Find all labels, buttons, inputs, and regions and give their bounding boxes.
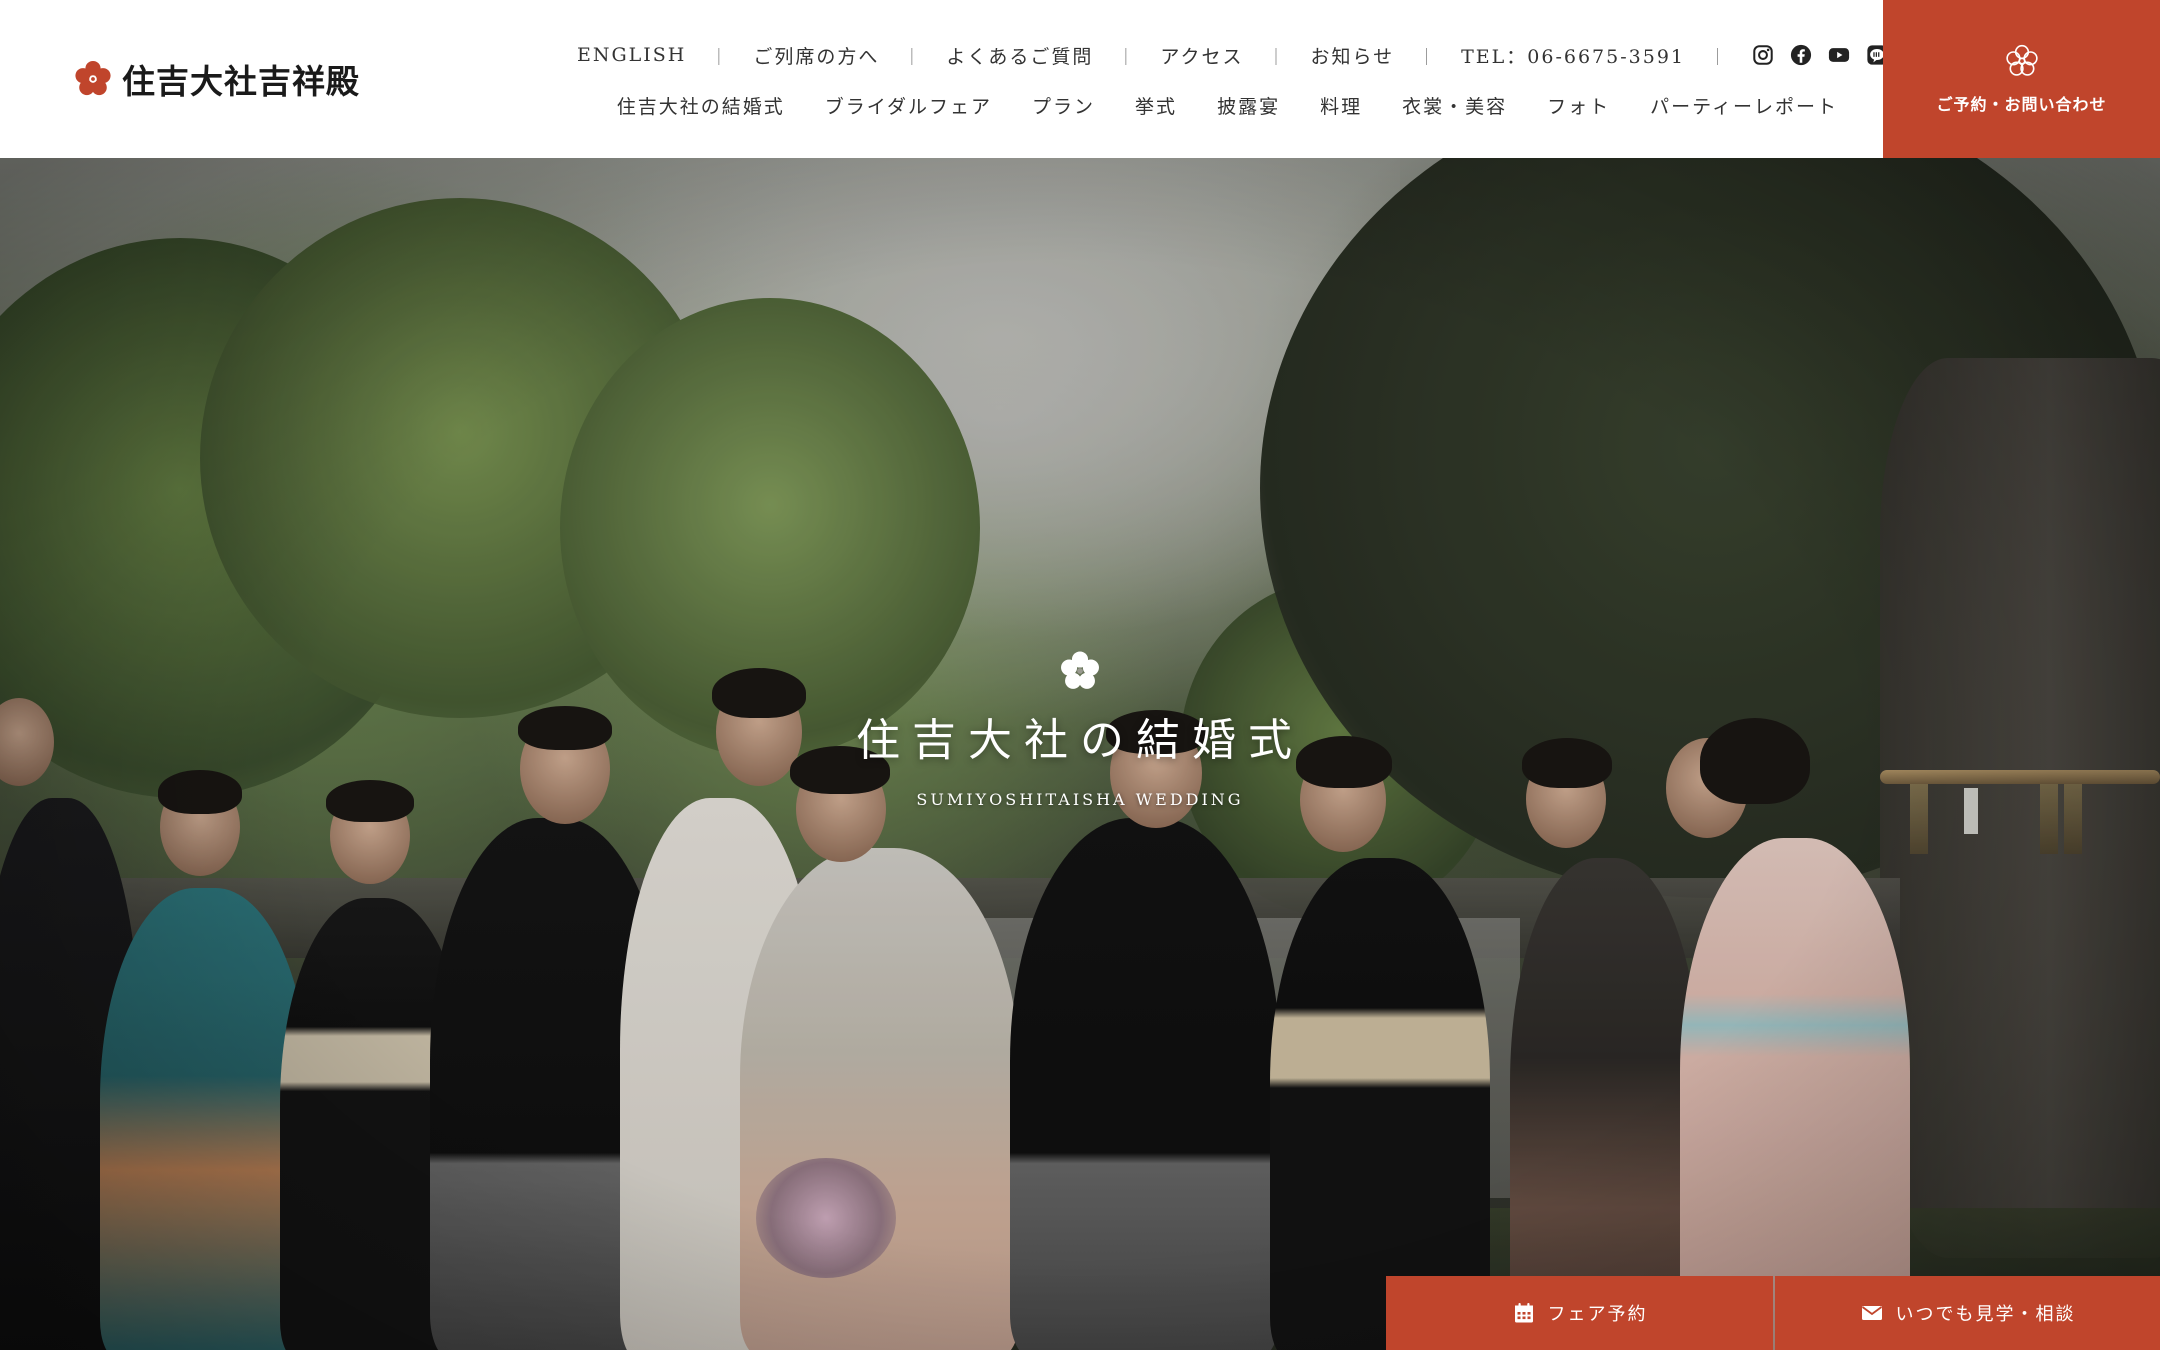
plum-blossom-icon (1061, 651, 1099, 689)
nav-separator: ｜ (1267, 47, 1287, 68)
nav-news[interactable]: お知らせ (1310, 42, 1394, 69)
site-header: 住吉大社吉祥殿 ENGLISH ｜ ご列席の方へ ｜ よくあるご質問 ｜ アクセ… (0, 0, 2160, 158)
hero-title: 住吉大社の結婚式 (856, 715, 1304, 766)
main-nav-cuisine[interactable]: 料理 (1320, 92, 1362, 119)
nav-guests[interactable]: ご列席の方へ (753, 42, 879, 69)
reserve-contact-label: ご予約・お問い合わせ (1936, 95, 2107, 114)
site-logo[interactable]: 住吉大社吉祥殿 (74, 54, 360, 104)
main-nav-wedding[interactable]: 住吉大社の結婚式 (617, 92, 785, 119)
nav-separator: ｜ (1117, 47, 1137, 68)
plum-blossom-logo-icon (75, 60, 111, 96)
nav-separator: ｜ (710, 47, 730, 68)
hero-photo: 住吉大社の結婚式 SUMIYOSHITAISHA WEDDING (0, 158, 2160, 1350)
reserve-contact-button[interactable]: ご予約・お問い合わせ (1883, 0, 2160, 158)
top-utility-nav: ENGLISH ｜ ご列席の方へ ｜ よくあるご質問 ｜ アクセス ｜ お知らせ… (577, 40, 1888, 70)
fair-reservation-button[interactable]: フェア予約 (1386, 1276, 1773, 1350)
main-nav-bridal-fair[interactable]: ブライダルフェア (825, 92, 992, 119)
nav-faq[interactable]: よくあるご質問 (946, 42, 1093, 69)
nav-english[interactable]: ENGLISH (577, 44, 686, 66)
main-nav: 住吉大社の結婚式 ブライダルフェア プラン 挙式 披露宴 料理 衣裳・美容 フォ… (617, 92, 1838, 119)
logo-text: 住吉大社吉祥殿 (122, 62, 360, 101)
nav-separator: ｜ (903, 47, 923, 68)
fair-reservation-label: フェア予約 (1547, 1304, 1648, 1325)
facebook-icon[interactable] (1790, 44, 1812, 66)
main-nav-costume-beauty[interactable]: 衣裳・美容 (1402, 92, 1507, 119)
visit-consultation-button[interactable]: いつでも見学・相談 (1775, 1276, 2160, 1350)
hero-subtitle: SUMIYOSHITAISHA WEDDING (916, 790, 1244, 809)
hero-caption: 住吉大社の結婚式 SUMIYOSHITAISHA WEDDING (780, 648, 1380, 809)
main-nav-plan[interactable]: プラン (1032, 92, 1095, 119)
nav-separator: ｜ (1709, 47, 1728, 68)
plum-blossom-icon (2005, 44, 2038, 76)
main-nav-photo[interactable]: フォト (1547, 92, 1610, 119)
main-nav-reception[interactable]: 披露宴 (1217, 92, 1280, 119)
nav-separator: ｜ (1418, 47, 1438, 68)
calendar-icon (1514, 1303, 1533, 1323)
youtube-icon[interactable] (1828, 44, 1850, 66)
main-nav-party-report[interactable]: パーティーレポート (1650, 92, 1838, 119)
instagram-icon[interactable] (1752, 44, 1774, 66)
nav-phone[interactable]: TEL：06-6675-3591 (1461, 42, 1685, 69)
mail-icon (1861, 1306, 1882, 1320)
main-nav-ceremony[interactable]: 挙式 (1135, 92, 1177, 119)
social-links (1752, 44, 1888, 66)
nav-access[interactable]: アクセス (1160, 42, 1243, 69)
visit-consultation-label: いつでも見学・相談 (1895, 1304, 2076, 1325)
